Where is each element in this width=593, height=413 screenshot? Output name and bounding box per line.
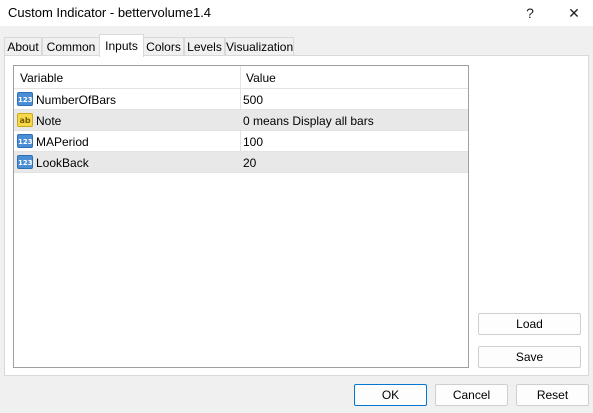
variable-name: Note bbox=[36, 114, 62, 128]
tab-visualization[interactable]: Visualization bbox=[225, 37, 294, 56]
grid-header: Variable Value bbox=[14, 66, 468, 89]
inputs-grid: Variable Value 123 NumberOfBars 500 ab N… bbox=[13, 65, 469, 368]
reset-button[interactable]: Reset bbox=[516, 384, 589, 406]
table-row[interactable]: 123 NumberOfBars 500 bbox=[14, 89, 468, 110]
table-row[interactable]: ab Note 0 means Display all bars bbox=[14, 110, 468, 131]
tab-inputs[interactable]: Inputs bbox=[99, 34, 144, 57]
number-icon: 123 bbox=[17, 155, 33, 169]
variable-value[interactable]: 100 bbox=[243, 135, 263, 149]
table-row[interactable]: 123 LookBack 20 bbox=[14, 152, 468, 173]
column-header-variable[interactable]: Variable bbox=[20, 71, 63, 85]
tab-common[interactable]: Common bbox=[42, 37, 100, 56]
tab-about[interactable]: About bbox=[4, 37, 42, 56]
variable-value[interactable]: 500 bbox=[243, 93, 263, 107]
tab-levels[interactable]: Levels bbox=[184, 37, 225, 56]
load-button[interactable]: Load bbox=[478, 313, 581, 335]
variable-name: NumberOfBars bbox=[36, 93, 117, 107]
column-header-value[interactable]: Value bbox=[246, 71, 276, 85]
help-button[interactable]: ? bbox=[508, 0, 552, 26]
table-row[interactable]: 123 MAPeriod 100 bbox=[14, 131, 468, 152]
number-icon: 123 bbox=[17, 92, 33, 106]
title-bar: Custom Indicator - bettervolume1.4 ? ✕ bbox=[0, 0, 593, 26]
tab-strip: About Common Inputs Colors Levels Visual… bbox=[4, 34, 589, 57]
string-icon: ab bbox=[17, 113, 33, 127]
variable-value[interactable]: 0 means Display all bars bbox=[243, 114, 374, 128]
cancel-button[interactable]: Cancel bbox=[435, 384, 508, 406]
variable-value[interactable]: 20 bbox=[243, 156, 256, 170]
close-button[interactable]: ✕ bbox=[552, 0, 593, 26]
number-icon: 123 bbox=[17, 134, 33, 148]
save-button[interactable]: Save bbox=[478, 346, 581, 368]
window-title: Custom Indicator - bettervolume1.4 bbox=[8, 5, 212, 20]
ok-button[interactable]: OK bbox=[354, 384, 427, 406]
tab-colors[interactable]: Colors bbox=[143, 37, 184, 56]
variable-name: LookBack bbox=[36, 156, 89, 170]
variable-name: MAPeriod bbox=[36, 135, 89, 149]
